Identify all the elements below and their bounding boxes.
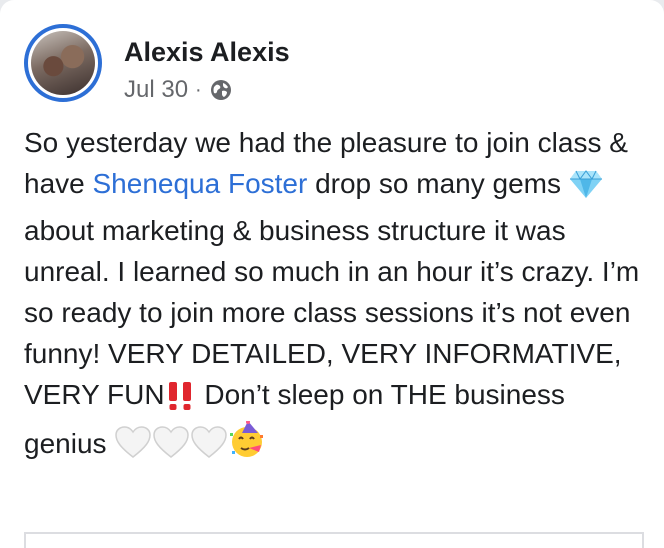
white-heart-icon [152,425,190,470]
white-heart-icon [114,425,152,470]
mention-link[interactable]: Shenequa Foster [93,168,308,199]
post-date[interactable]: Jul 30 [124,76,188,104]
gem-emoji-icon [569,169,603,210]
avatar-photo [31,31,95,95]
post-header: Alexis Alexis Jul 30 · [24,24,290,108]
separator-dot: · [195,79,202,101]
globe-icon [209,78,233,102]
post-text-part2: drop so many gems [307,168,569,199]
post-meta: Alexis Alexis Jul 30 · [124,24,290,104]
double-exclamation-icon [165,380,197,421]
post-card: Alexis Alexis Jul 30 · So yesterday we h… [0,0,664,548]
post-text: So yesterday we had the pleasure to join… [24,122,644,470]
post-subline: Jul 30 · [124,76,290,104]
white-heart-icon [190,425,228,470]
avatar[interactable] [24,24,102,102]
link-preview-box[interactable] [24,532,644,548]
author-name[interactable]: Alexis Alexis [124,36,290,68]
partying-face-icon [228,420,266,470]
